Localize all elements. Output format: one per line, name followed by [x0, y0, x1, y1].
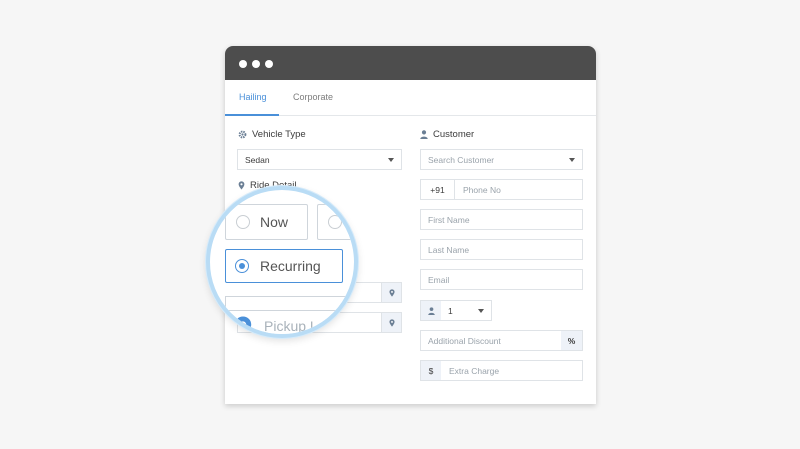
phone-field[interactable]: +91 Phone No	[420, 179, 583, 200]
last-name-field[interactable]: Last Name	[420, 239, 583, 260]
map-pin-icon[interactable]	[381, 313, 401, 332]
tab-hailing[interactable]: Hailing	[239, 92, 267, 102]
tab-bar: Hailing Corporate	[225, 80, 596, 116]
first-name-field[interactable]: First Name	[420, 209, 583, 230]
window-titlebar	[225, 46, 596, 80]
vehicle-type-select[interactable]: Sedan	[237, 149, 402, 170]
window-dot-icon[interactable]	[239, 60, 247, 68]
radio-checked-icon[interactable]	[235, 259, 249, 273]
active-tab-indicator	[225, 114, 279, 116]
map-pin-icon[interactable]	[381, 283, 401, 302]
passenger-count-value: 1	[448, 306, 453, 316]
radio-unchecked-icon[interactable]	[328, 215, 342, 229]
chevron-down-icon	[388, 158, 394, 162]
email-field[interactable]: Email	[420, 269, 583, 290]
ride-option-recurring[interactable]: Recurring	[225, 249, 343, 283]
chevron-down-icon	[569, 158, 575, 162]
map-pin-icon	[238, 181, 245, 190]
passenger-count-select[interactable]: 1	[420, 300, 492, 321]
customer-label: Customer	[420, 129, 474, 140]
phone-placeholder: Phone No	[463, 185, 501, 195]
extra-charge-field[interactable]: $ Extra Charge	[420, 360, 583, 381]
magnified-pickup-field[interactable]: Pickup Lo	[225, 310, 354, 334]
vehicle-type-label: Vehicle Type	[238, 129, 306, 140]
gear-icon	[238, 130, 247, 139]
additional-discount-field[interactable]: Additional Discount %	[420, 330, 583, 351]
extra-charge-placeholder: Extra Charge	[449, 366, 500, 376]
dollar-icon: $	[421, 361, 441, 380]
window-dot-icon[interactable]	[252, 60, 260, 68]
window-dot-icon[interactable]	[265, 60, 273, 68]
ride-option-now[interactable]: Now	[225, 204, 308, 240]
magnifier-lens: Now Recurring Pickup Lo	[206, 186, 358, 338]
tab-corporate[interactable]: Corporate	[293, 92, 333, 102]
country-code[interactable]: +91	[421, 180, 455, 199]
pickup-placeholder: Pickup Lo	[264, 318, 326, 334]
percent-icon: %	[561, 331, 582, 350]
radio-unchecked-icon[interactable]	[236, 215, 250, 229]
user-icon	[421, 301, 441, 320]
search-customer-select[interactable]: Search Customer	[420, 149, 583, 170]
ride-option-later[interactable]	[317, 204, 354, 240]
user-icon	[420, 130, 428, 139]
chevron-down-icon	[478, 309, 484, 313]
